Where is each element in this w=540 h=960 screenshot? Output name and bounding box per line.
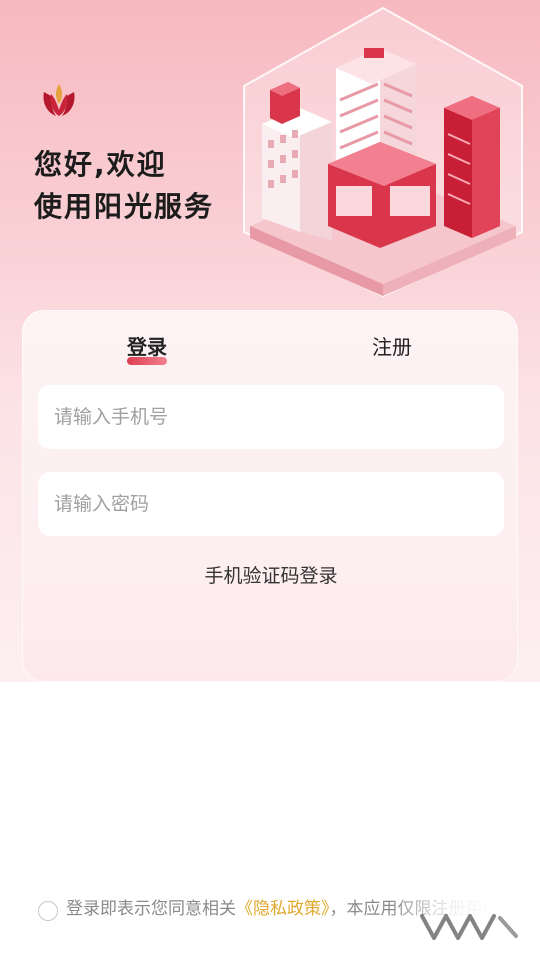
tab-register[interactable]: 注册 [372, 331, 412, 360]
phone-input[interactable] [38, 385, 504, 449]
greeting-heading: 您好,欢迎 使用阳光服务 [34, 144, 214, 228]
tab-active-indicator [127, 357, 167, 365]
sms-login-link[interactable]: 手机验证码登录 [23, 561, 519, 588]
brand-watermark [420, 914, 518, 940]
greeting-line-2: 使用阳光服务 [34, 190, 215, 223]
password-input[interactable] [38, 472, 504, 536]
agreement-text-before: 登录即表示您同意相关 [66, 899, 236, 919]
city-buildings-illustration [243, 6, 523, 298]
greeting-line-1: 您好,欢迎 [34, 148, 167, 181]
privacy-policy-link[interactable]: 《隐私政策》 [236, 899, 330, 919]
tulip-logo-icon [43, 84, 75, 116]
login-screen: 您好,欢迎 使用阳光服务 登录 注册 请输入手机号 手机验证码登录 登录即表示您… [0, 0, 540, 960]
login-card: 登录 注册 手机验证码登录 [22, 310, 518, 682]
tab-login[interactable]: 登录 [127, 331, 167, 360]
agreement-radio[interactable] [38, 901, 58, 921]
